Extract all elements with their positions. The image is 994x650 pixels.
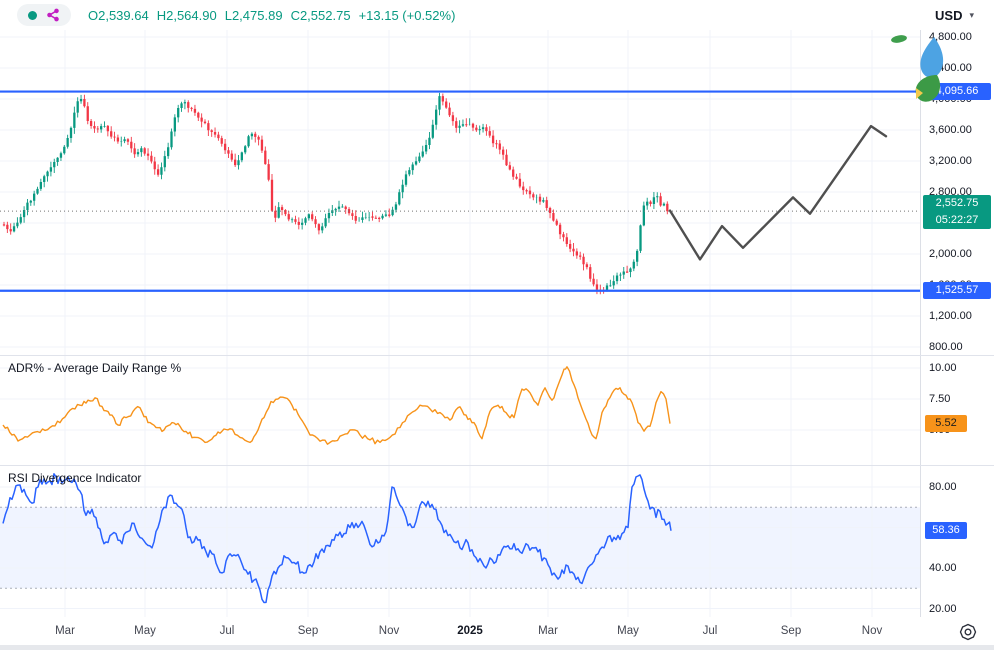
time-label: Jul [220,625,235,637]
adr-pane-title: ADR% - Average Daily Range % [8,361,181,375]
adr-indicator-pane[interactable]: ADR% - Average Daily Range % [0,355,920,465]
time-label: May [134,625,156,637]
adr-tick: 10.00 [929,361,957,375]
currency-value: USD [935,8,962,23]
chart-settings-icon[interactable] [958,622,978,642]
support-price-label: 1,525.57 [923,282,991,299]
price-tick: 4,400.00 [929,61,972,75]
pane-separator[interactable] [0,355,994,356]
series-visibility-dot-icon[interactable] [28,11,37,20]
ohlc-close: C2,552.75 [291,8,351,23]
time-axis[interactable]: Mar May Jul Sep Nov 2025 Mar May Jul Sep Nov [0,617,994,645]
time-label: Nov [862,625,882,637]
adr-value-label: 5.52 [925,415,967,432]
adr-tick: 7.50 [929,392,950,406]
main-price-pane[interactable] [0,30,920,355]
time-label: Sep [781,625,801,637]
time-label: Jul [703,625,718,637]
window-bottom-strip [0,645,994,650]
rsi-indicator-pane[interactable]: RSI Divergence Indicator [0,465,920,617]
ohlc-high: H2,564.90 [157,8,217,23]
legend-pill [17,4,71,26]
price-tick: 800.00 [929,340,963,354]
price-axis[interactable]: 4,800.004,400.004,000.003,600.003,200.00… [920,30,994,617]
price-tick: 4,800.00 [929,30,972,44]
share-icon[interactable] [46,8,60,22]
resistance-price-label: 4,095.66 [923,83,991,100]
chart-application: O2,539.64 H2,564.90 L2,475.89 C2,552.75 … [0,0,994,650]
price-tick: 3,200.00 [929,154,972,168]
candlestick-chart[interactable] [0,30,920,355]
time-label: Sep [298,625,318,637]
time-label: May [617,625,639,637]
ohlc-low: L2,475.89 [225,8,283,23]
time-label: Mar [55,625,75,637]
pane-separator[interactable] [0,465,994,466]
time-label: Nov [379,625,399,637]
ohlc-open: O2,539.64 [88,8,149,23]
last-price-value: 2,552.75 [923,195,991,212]
rsi-line-chart[interactable] [0,465,920,617]
bar-countdown: 05:22:27 [923,212,991,229]
chevron-down-icon: ▾ [969,10,974,21]
last-price-label: 2,552.75 05:22:27 [923,195,991,229]
rsi-tick: 40.00 [929,561,957,575]
currency-selector[interactable]: USD ▾ [927,3,982,27]
price-tick: 3,600.00 [929,123,972,137]
rsi-value-label: 58.36 [925,522,967,539]
ohlc-readout: O2,539.64 H2,564.90 L2,475.89 C2,552.75 … [88,8,455,23]
price-tick: 1,200.00 [929,309,972,323]
rsi-pane-title: RSI Divergence Indicator [8,471,141,485]
time-label-year: 2025 [457,625,483,637]
rsi-tick: 20.00 [929,602,957,616]
price-tick: 2,000.00 [929,247,972,261]
ohlc-change: +13.15 (+0.52%) [359,8,456,23]
rsi-tick: 80.00 [929,480,957,494]
time-label: Mar [538,625,558,637]
chart-header: O2,539.64 H2,564.90 L2,475.89 C2,552.75 … [0,0,994,30]
